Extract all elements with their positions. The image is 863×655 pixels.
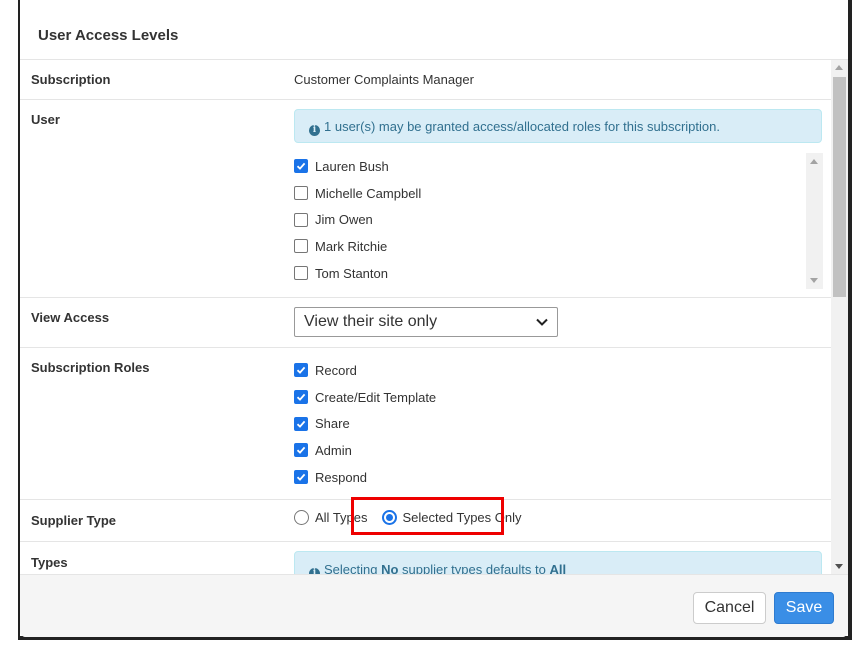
user-item[interactable]: Michelle Campbell [294,180,823,207]
scroll-down-icon[interactable] [810,278,818,283]
role-name: Respond [315,469,368,485]
roles-list: Record Create/Edit Template Share Admin [294,357,436,490]
types-info-prefix: Selecting [324,562,382,574]
user-row: User i 1 user(s) may be granted access/al… [20,100,831,298]
user-list[interactable]: Lauren Bush Michelle Campbell Jim Owen M… [294,153,823,289]
user-name: Michelle Campbell [315,185,422,201]
radio-all-types[interactable] [294,510,309,525]
role-item[interactable]: Admin [294,437,436,464]
subscription-row: Subscription Customer Complaints Manager [20,60,831,100]
user-name: Tom Stanton [315,265,388,281]
role-item[interactable]: Create/Edit Template [294,384,436,411]
dialog-header: User Access Levels [20,0,848,60]
scroll-up-icon[interactable] [810,159,818,164]
view-access-selected: View their site only [304,313,438,330]
checkbox-checked[interactable] [294,363,308,378]
role-item[interactable]: Record [294,357,436,384]
user-item[interactable]: Jim Owen [294,206,823,233]
info-icon: i [309,125,320,136]
backdrop-edge-right [848,0,852,640]
user-name: Lauren Bush [315,158,389,174]
checkbox-checked[interactable] [294,390,308,405]
types-info-alert: i Selecting No supplier types defaults to… [294,551,822,574]
user-access-dialog: User Access Levels Subscription Customer… [20,0,848,637]
role-item[interactable]: Share [294,410,436,437]
user-item[interactable]: Mark Ritchie [294,233,823,260]
view-access-select[interactable]: View their site only [294,307,558,337]
subscription-roles-row: Subscription Roles Record Create/Edit Te… [20,348,831,500]
role-name: Share [315,416,350,432]
role-item[interactable]: Respond [294,464,436,491]
backdrop [0,0,18,655]
subscription-roles-label: Subscription Roles [31,360,150,375]
user-item[interactable]: Lauren Bush [294,153,823,180]
checkbox-unchecked[interactable] [294,266,308,281]
scroll-down-icon[interactable] [835,564,843,569]
role-name: Admin [315,442,352,458]
dialog-footer: Cancel Save [20,574,848,637]
checkbox-unchecked[interactable] [294,186,308,201]
types-row: Types i Selecting No supplier types defau… [20,542,831,574]
supplier-type-label: Supplier Type [31,513,116,528]
role-name: Create/Edit Template [315,389,437,405]
user-list-scrollbar[interactable] [806,153,823,289]
role-name: Record [315,362,357,378]
checkbox-checked[interactable] [294,470,308,485]
scroll-up-icon[interactable] [835,65,843,70]
subscription-label: Subscription [31,72,111,87]
subscription-value: Customer Complaints Manager [294,72,474,87]
user-item[interactable]: Tom Stanton [294,260,823,287]
types-info-middle: supplier types defaults to [398,562,550,574]
user-name: Mark Ritchie [315,238,388,254]
user-label: User [31,112,60,127]
types-info-bold-all: All [549,562,567,574]
types-label: Types [31,555,68,570]
checkbox-unchecked[interactable] [294,239,308,254]
dialog-scrollbar[interactable] [831,60,848,574]
view-access-row: View Access View their site only [20,298,831,348]
types-info-bold-no: No [381,562,399,574]
checkbox-checked[interactable] [294,443,308,458]
highlight-box [351,497,504,535]
view-access-label: View Access [31,310,110,325]
checkbox-checked[interactable] [294,416,308,431]
scrollbar-thumb[interactable] [833,77,846,297]
user-info-alert: i 1 user(s) may be granted access/allocat… [294,109,822,143]
dialog-title: User Access Levels [38,27,179,44]
user-name: Jim Owen [315,212,373,228]
checkbox-unchecked[interactable] [294,212,308,227]
checkbox-checked[interactable] [294,159,308,174]
chevron-down-icon [536,318,548,326]
save-button[interactable]: Save [774,592,834,624]
user-info-text: 1 user(s) may be granted access/allocate… [324,119,720,134]
cancel-button[interactable]: Cancel [693,592,766,624]
